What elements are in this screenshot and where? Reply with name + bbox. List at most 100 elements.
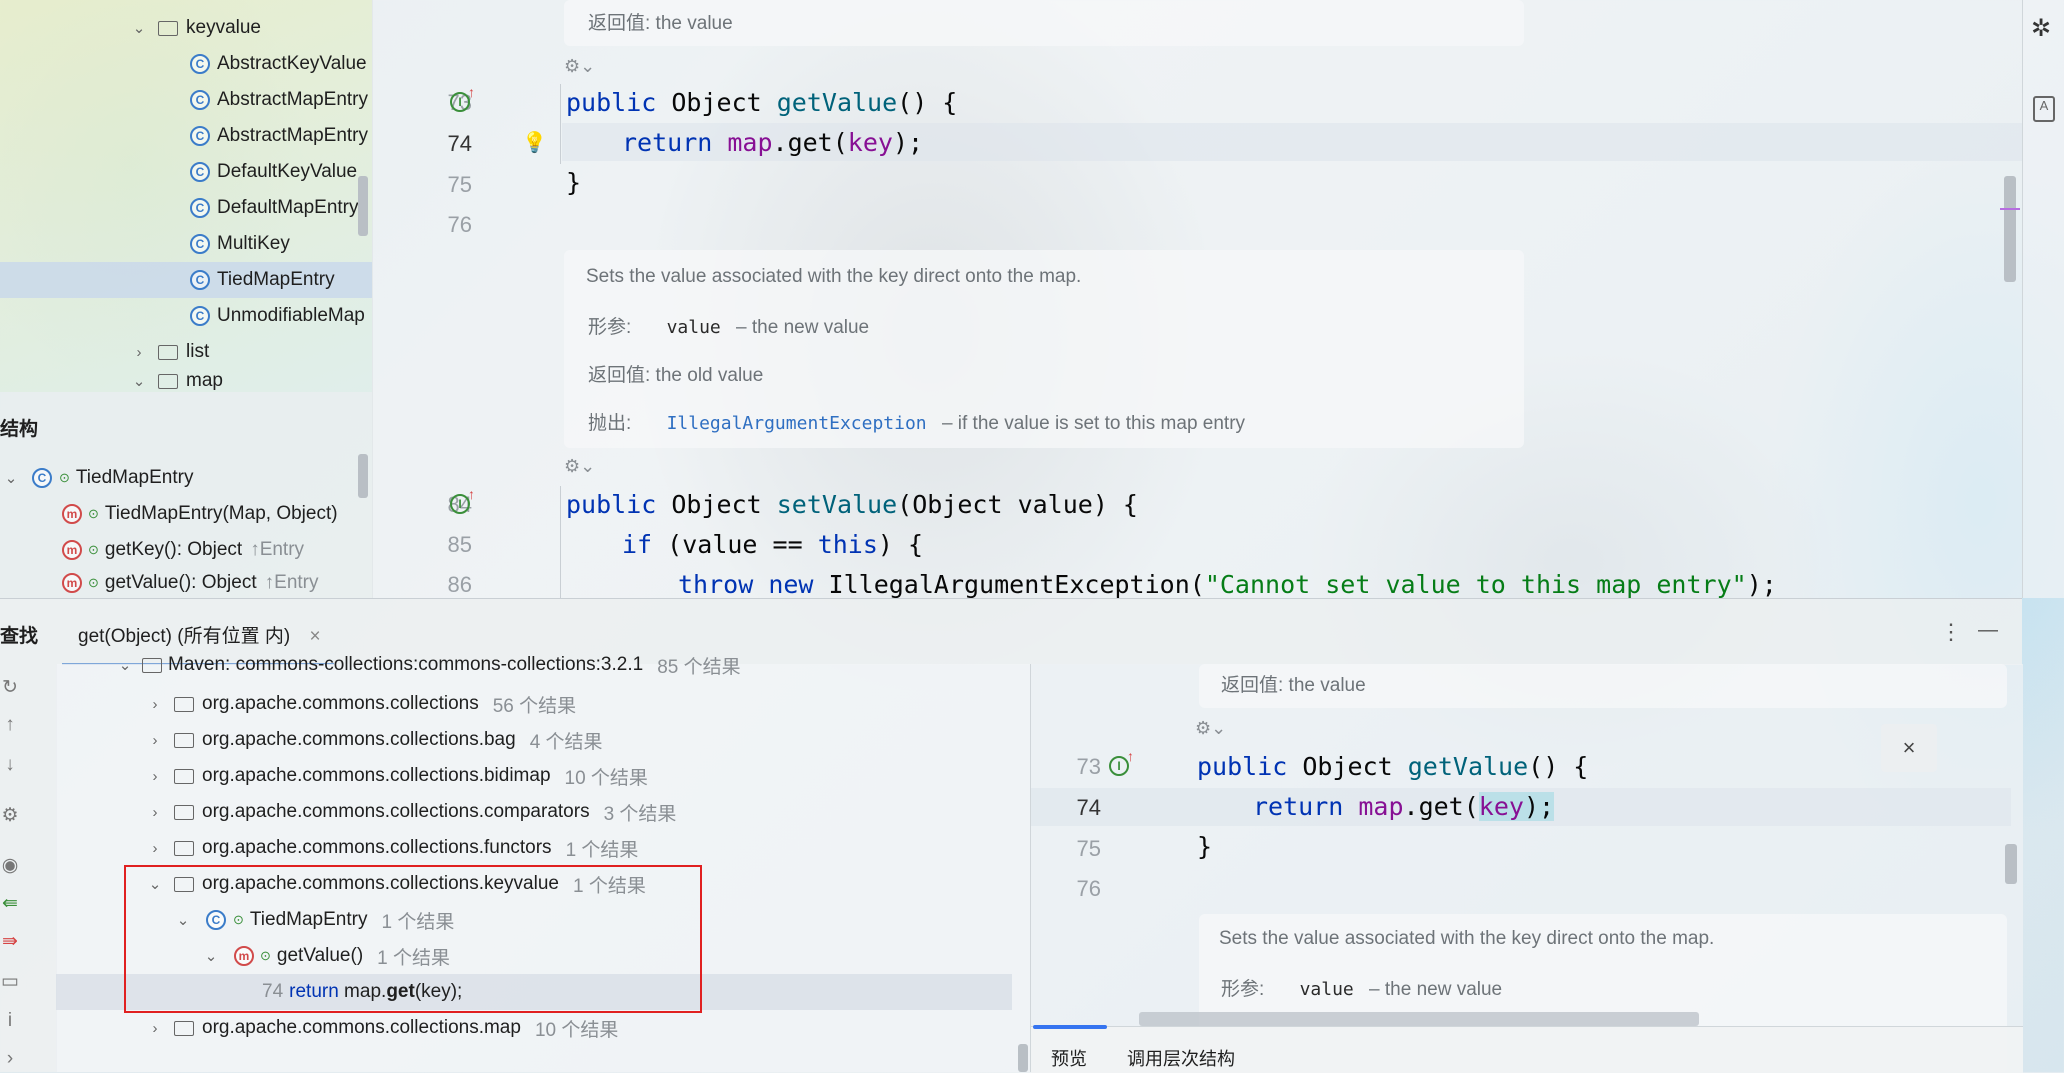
code-line-73: public Object getValue() { bbox=[566, 88, 957, 117]
chevron-right-icon[interactable]: › bbox=[132, 344, 146, 361]
code-token: (value == bbox=[652, 530, 818, 559]
arrow-up-icon: ↑ bbox=[1127, 748, 1134, 764]
tree-class-item[interactable]: C DefaultMapEntry bbox=[190, 190, 359, 226]
result-count: 3 个结果 bbox=[603, 803, 677, 825]
doc-throws-link[interactable]: IllegalArgumentException bbox=[667, 413, 927, 434]
close-tab-icon[interactable]: × bbox=[309, 626, 320, 647]
read-access-icon[interactable]: ⇚ bbox=[0, 892, 20, 915]
structure-title: 结构 bbox=[0, 419, 39, 440]
tree-class-item-selected[interactable]: C TiedMapEntry bbox=[0, 262, 372, 298]
group-by-file-icon[interactable]: ▭ bbox=[0, 970, 20, 993]
tree-class-item[interactable]: C MultiKey bbox=[190, 226, 290, 262]
line-number: 74 bbox=[447, 131, 472, 156]
tree-folder-map[interactable]: ⌄ map bbox=[132, 370, 223, 392]
result-count: 85 个结果 bbox=[657, 656, 741, 678]
preview-code-line-75: } bbox=[1197, 832, 1213, 861]
scrollbar-thumb[interactable] bbox=[2005, 844, 2017, 884]
reader-mode-panel-icon[interactable]: A bbox=[2033, 96, 2055, 122]
scrollbar-thumb[interactable] bbox=[358, 454, 368, 498]
more-options-icon[interactable]: ⋮ bbox=[1940, 619, 1962, 645]
eye-icon[interactable]: ◉ bbox=[0, 854, 20, 877]
doc-return: 返回值: the value bbox=[1221, 675, 1366, 696]
tree-class-item[interactable]: C DefaultKeyValue bbox=[190, 154, 357, 190]
implements-icon[interactable]: I bbox=[450, 494, 470, 514]
find-toolbar: ↻ ↑ ↓ ⚙ ◉ ⇚ ⇛ ▭ i › bbox=[0, 664, 57, 1072]
chevron-right-icon[interactable]: › bbox=[148, 768, 162, 785]
result-label: org.apache.commons.collections.bidimap bbox=[202, 765, 551, 786]
line-number: 85 bbox=[447, 532, 472, 557]
find-preview-pane: 返回值: the value ⚙⌄ × 73 I ↑ public Object… bbox=[1030, 664, 2023, 1073]
line-number: 76 bbox=[1076, 876, 1101, 901]
code-token: IllegalArgumentException( bbox=[813, 570, 1205, 598]
implements-icon[interactable]: I bbox=[1109, 756, 1129, 776]
tree-label: map bbox=[186, 370, 223, 391]
tree-label: DefaultKeyValue bbox=[217, 161, 358, 182]
method-icon: m bbox=[62, 504, 82, 524]
settings-icon[interactable]: ⚙ bbox=[0, 804, 20, 827]
close-preview-button[interactable]: × bbox=[1881, 724, 1937, 772]
class-icon: C bbox=[190, 90, 210, 110]
arrow-up-icon[interactable]: ↑ bbox=[0, 714, 20, 736]
result-package[interactable]: › org.apache.commons.collections 56 个结果 bbox=[148, 686, 577, 722]
line-number: 73 bbox=[1076, 754, 1101, 779]
reader-mode-icon[interactable]: ⚙⌄ bbox=[564, 56, 595, 77]
chevron-right-icon[interactable]: › bbox=[0, 1048, 20, 1070]
tree-class-item[interactable]: C AbstractMapEntry bbox=[190, 118, 368, 154]
chevron-right-icon[interactable]: › bbox=[148, 732, 162, 749]
structure-class-item[interactable]: ⌄ C ⊙ TiedMapEntry bbox=[4, 460, 193, 496]
line-number: 74 bbox=[1076, 795, 1101, 820]
tab-call-hierarchy[interactable]: 调用层次结构 bbox=[1127, 1045, 1235, 1071]
ai-assistant-icon[interactable]: ✲ bbox=[2031, 14, 2051, 43]
chevron-right-icon[interactable]: › bbox=[148, 1020, 162, 1037]
code-line-84: public Object setValue(Object value) { bbox=[566, 490, 1138, 519]
reader-mode-icon[interactable]: ⚙⌄ bbox=[564, 456, 595, 477]
result-root[interactable]: ⌄ Maven: commons-collections:commons-col… bbox=[118, 650, 741, 680]
lightbulb-icon[interactable]: 💡 bbox=[522, 130, 547, 155]
structure-method-item[interactable]: m ⊙ getValue(): Object ↑Entry bbox=[62, 568, 319, 598]
tab-preview[interactable]: 预览 bbox=[1051, 1045, 1087, 1071]
structure-method-item[interactable]: m ⊙ TiedMapEntry(Map, Object) bbox=[62, 496, 338, 532]
minimize-icon[interactable]: — bbox=[1978, 619, 1998, 642]
tree-class-item[interactable]: C UnmodifiableMap bbox=[190, 298, 365, 334]
scrollbar-thumb[interactable] bbox=[358, 176, 368, 236]
tree-folder-list[interactable]: › list bbox=[132, 334, 210, 370]
editor-scrollbar-thumb[interactable] bbox=[2004, 176, 2016, 282]
write-access-icon[interactable]: ⇛ bbox=[0, 930, 20, 953]
result-package[interactable]: › org.apache.commons.collections.functor… bbox=[148, 830, 639, 866]
project-tree-panel: ⌄ keyvalue C AbstractKeyValue C Abstract… bbox=[0, 0, 373, 392]
chevron-down-icon[interactable]: ⌄ bbox=[118, 656, 132, 674]
scrollbar-thumb[interactable] bbox=[1018, 1044, 1028, 1072]
result-package[interactable]: › org.apache.commons.collections.bag 4 个… bbox=[148, 722, 603, 758]
chevron-down-icon[interactable]: ⌄ bbox=[132, 19, 146, 37]
result-package[interactable]: › org.apache.commons.collections.map 10 … bbox=[148, 1010, 619, 1046]
structure-method-item[interactable]: m ⊙ getKey(): Object ↑Entry bbox=[62, 532, 304, 568]
implements-icon[interactable]: I bbox=[450, 92, 470, 112]
public-icon: ⊙ bbox=[88, 542, 99, 557]
info-icon[interactable]: i bbox=[0, 1010, 20, 1032]
class-icon: C bbox=[190, 54, 210, 74]
result-label: org.apache.commons.collections.functors bbox=[202, 837, 552, 858]
chevron-down-icon[interactable]: ⌄ bbox=[132, 372, 146, 390]
result-package[interactable]: › org.apache.commons.collections.bidimap… bbox=[148, 758, 648, 794]
chevron-right-icon[interactable]: › bbox=[148, 696, 162, 713]
tree-label: DefaultMapEntry bbox=[217, 197, 359, 218]
horizontal-scrollbar[interactable] bbox=[1139, 1012, 1699, 1026]
preview-tab-bar: 预览 调用层次结构 bbox=[1031, 1025, 2023, 1073]
code-token: Object bbox=[1287, 752, 1408, 781]
chevron-right-icon[interactable]: › bbox=[148, 840, 162, 857]
chevron-right-icon[interactable]: › bbox=[148, 804, 162, 821]
tree-class-item[interactable]: C AbstractKeyValue bbox=[190, 46, 367, 82]
package-icon bbox=[174, 768, 194, 784]
tree-class-item[interactable]: C AbstractMapEntry bbox=[190, 82, 368, 118]
code-editor[interactable]: 返回值: the value ⚙⌄ 73 I ↑ public Object g… bbox=[372, 0, 2022, 598]
tree-folder-keyvalue[interactable]: ⌄ keyvalue bbox=[132, 10, 261, 46]
rerun-icon[interactable]: ↻ bbox=[0, 676, 20, 699]
reader-mode-icon[interactable]: ⚙⌄ bbox=[1195, 718, 1226, 739]
find-tab[interactable]: get(Object) (所有位置 内) × bbox=[78, 621, 321, 648]
find-tab-label: get(Object) (所有位置 内) bbox=[78, 626, 291, 647]
chevron-down-icon[interactable]: ⌄ bbox=[4, 469, 18, 487]
result-package[interactable]: › org.apache.commons.collections.compara… bbox=[148, 794, 677, 830]
arrow-down-icon[interactable]: ↓ bbox=[0, 754, 20, 776]
structure-label: TiedMapEntry(Map, Object) bbox=[104, 503, 338, 524]
tree-label: AbstractMapEntry bbox=[217, 89, 368, 110]
